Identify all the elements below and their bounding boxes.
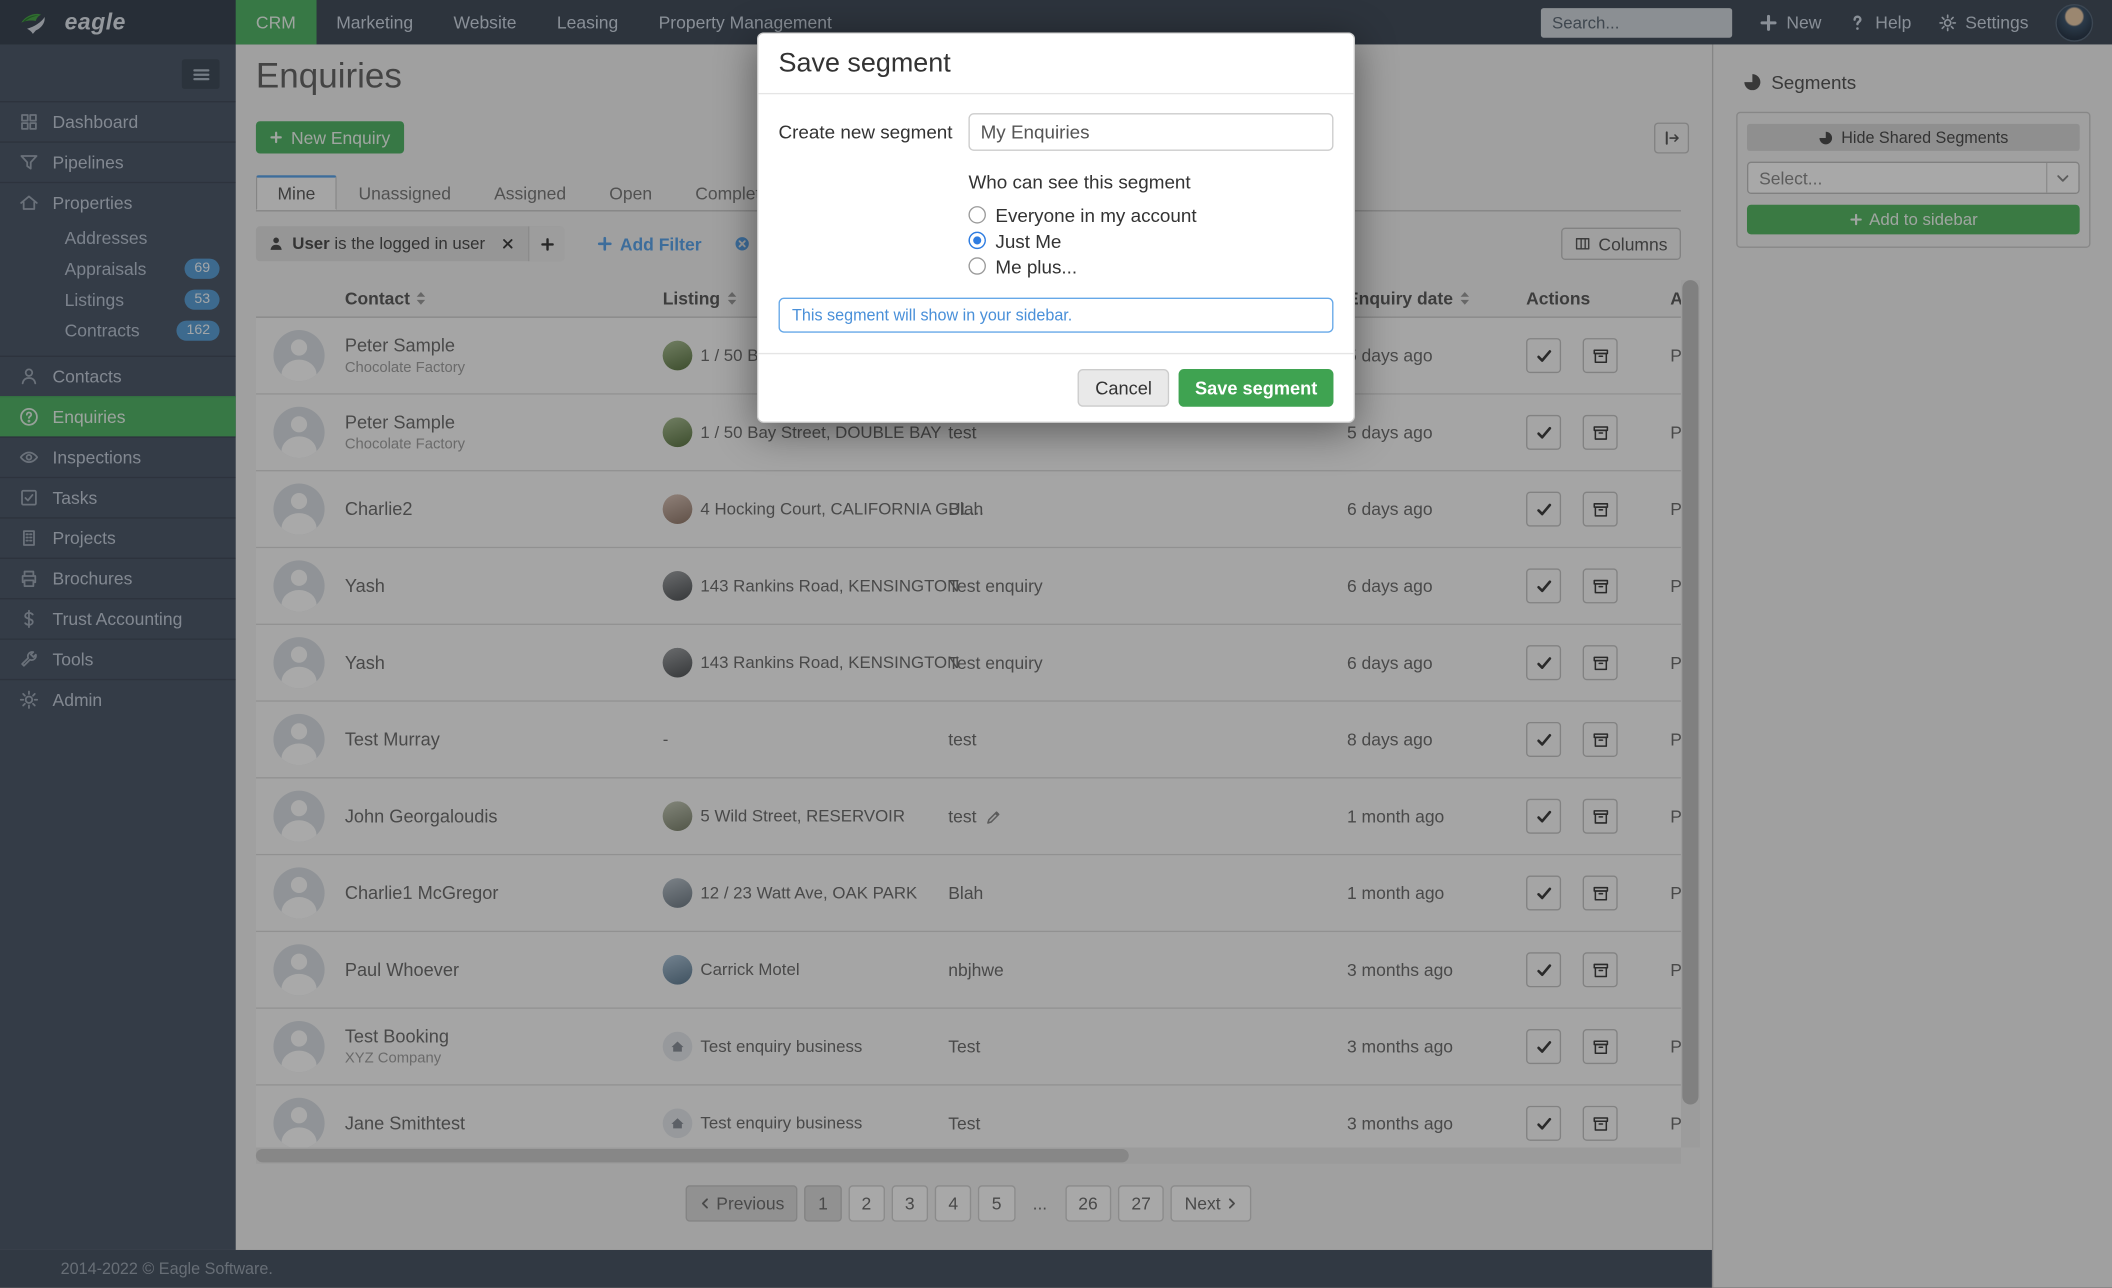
save-segment-modal: Save segment Create new segment Who can … (757, 32, 1355, 423)
segment-name-input[interactable] (968, 113, 1333, 151)
radio-icon (968, 232, 986, 250)
visibility-question: Who can see this segment (968, 171, 1333, 193)
radio-icon (968, 257, 986, 275)
visibility-radio-option[interactable]: Everyone in my account (968, 202, 1333, 228)
save-segment-button[interactable]: Save segment (1179, 369, 1334, 407)
radio-label: Everyone in my account (995, 204, 1196, 226)
radio-icon (968, 206, 986, 224)
modal-title: Save segment (758, 34, 1353, 95)
cancel-button[interactable]: Cancel (1078, 369, 1170, 407)
app-window: eagle CRM Marketing Website Leasing Prop… (0, 0, 2112, 1288)
sidebar-note: This segment will show in your sidebar. (779, 298, 1334, 333)
visibility-options: Everyone in my account Just Me Me plus..… (968, 202, 1333, 279)
visibility-radio-option[interactable]: Me plus... (968, 253, 1333, 279)
visibility-radio-option[interactable]: Just Me (968, 228, 1333, 254)
radio-label: Just Me (995, 230, 1061, 252)
radio-label: Me plus... (995, 255, 1077, 277)
segment-name-label: Create new segment (779, 113, 969, 151)
